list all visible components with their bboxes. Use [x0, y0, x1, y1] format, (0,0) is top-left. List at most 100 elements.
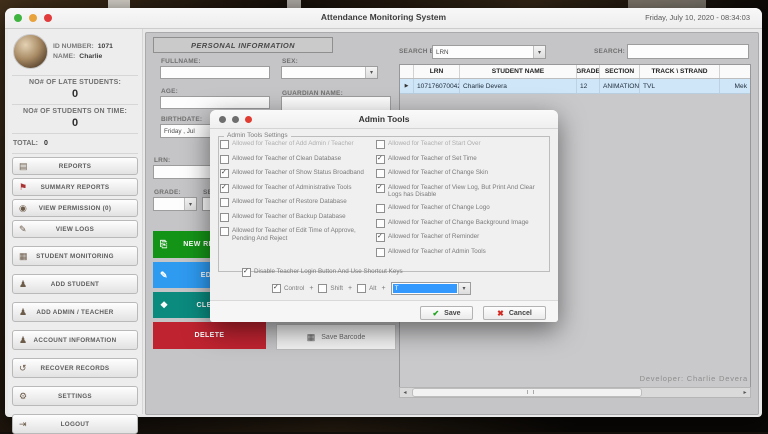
checkbox-icon	[242, 268, 251, 277]
total-stat: TOTAL: 0	[11, 136, 139, 151]
checkbox-show-status-broadband[interactable]: Allowed for Teacher of Show Status Broad…	[220, 169, 368, 178]
save-barcode-button[interactable]: ▦Save Barcode	[276, 324, 396, 350]
checkbox-change-logo[interactable]: Allowed for Teacher of Change Logo	[376, 204, 546, 213]
sidebar-item-add-admin-teacher[interactable]: ADD ADMIN / TEACHER	[12, 302, 138, 322]
logout-icon	[19, 420, 27, 429]
sidebar-item-label: ADD ADMIN / TEACHER	[13, 309, 137, 316]
checkbox-edit-time[interactable]: Allowed for Teacher of Edit Time of Appr…	[220, 227, 368, 242]
right-checkbox-column: Allowed for Teacher of Start Over Allowe…	[376, 140, 546, 257]
late-students-label: NO# OF LATE STUDENTS:	[11, 79, 139, 86]
age-label: AGE:	[161, 88, 178, 95]
monitoring-icon	[19, 252, 28, 261]
late-students-stat: NO# OF LATE STUDENTS: 0	[11, 78, 139, 102]
checkbox-label: Control	[284, 285, 304, 293]
checkbox-view-log[interactable]: Allowed for Teacher of View Log, But Pri…	[376, 184, 546, 199]
checkbox-restore-database[interactable]: Allowed for Teacher of Restore Database	[220, 198, 368, 207]
checkbox-shift-key[interactable]: Shift	[318, 284, 343, 293]
sidebar-item-settings[interactable]: SETTINGS	[12, 386, 138, 406]
add-admin-icon	[19, 308, 27, 317]
sidebar-item-label: REPORTS	[13, 163, 137, 170]
sex-select[interactable]	[281, 66, 378, 79]
desktop: Attendance Monitoring System Friday, Jul…	[0, 0, 768, 432]
scrollbar-thumb[interactable]	[412, 388, 642, 397]
column-header-student-name[interactable]: STUDENT NAME	[460, 65, 577, 78]
sidebar-item-view-logs[interactable]: VIEW LOGS	[12, 220, 138, 238]
checkbox-icon	[376, 233, 385, 242]
sidebar-item-label: ADD STUDENT	[13, 281, 137, 288]
checkbox-label: Allowed for Teacher of Reminder	[388, 233, 479, 241]
total-value: 0	[44, 140, 48, 147]
checkbox-control-key[interactable]: Control	[272, 284, 304, 293]
guardian-name-field[interactable]	[281, 96, 391, 111]
column-header-grade[interactable]: GRADE	[577, 65, 600, 78]
checkbox-backup-database[interactable]: Allowed for Teacher of Backup Database	[220, 213, 368, 222]
shortcut-key-value: T	[393, 284, 457, 293]
grade-select[interactable]	[153, 197, 197, 211]
scroll-left-icon[interactable]: ◂	[400, 389, 410, 396]
table-horizontal-scrollbar[interactable]: ◂ ▸	[399, 387, 751, 398]
cell-extra: Mek	[720, 79, 750, 93]
checkbox-label: Allowed for Teacher of Change Skin	[388, 169, 488, 177]
divider	[12, 75, 138, 76]
checkbox-change-background[interactable]: Allowed for Teacher of Change Background…	[376, 219, 546, 228]
chevron-down-icon	[458, 283, 470, 294]
checkbox-alt-key[interactable]: Alt	[357, 284, 376, 293]
sidebar-item-account-information[interactable]: ACCOUNT INFORMATION	[12, 330, 138, 350]
search-input[interactable]	[627, 44, 749, 59]
lrn-field[interactable]	[153, 165, 215, 179]
cell-student-name: Charlie Devera	[460, 79, 577, 93]
sidebar-item-add-student[interactable]: ADD STUDENT	[12, 274, 138, 294]
fullname-field[interactable]	[160, 66, 270, 79]
checkbox-label: Allowed for Teacher of Add Admin / Teach…	[232, 140, 354, 148]
checkbox-icon	[376, 248, 385, 257]
sidebar-item-recover-records[interactable]: RECOVER RECORDS	[12, 358, 138, 378]
chevron-down-icon	[184, 198, 196, 210]
chevron-down-icon	[365, 67, 377, 78]
checkbox-add-admin-teacher[interactable]: Allowed for Teacher of Add Admin / Teach…	[220, 140, 368, 149]
checkbox-set-time[interactable]: Allowed for Teacher of Set Time	[376, 155, 546, 164]
checkbox-admin-tools[interactable]: Allowed for Teacher of Admin Tools	[376, 248, 546, 257]
logs-icon	[19, 225, 27, 234]
cell-lrn: 107176070042	[414, 79, 460, 93]
column-header-lrn[interactable]: LRN	[414, 65, 460, 78]
delete-label: DELETE	[194, 332, 224, 339]
x-icon: ✖	[497, 309, 504, 318]
checkbox-clean-database[interactable]: Allowed for Teacher of Clean Database	[220, 155, 368, 164]
checkbox-start-over[interactable]: Allowed for Teacher of Start Over	[376, 140, 546, 149]
save-button[interactable]: ✔Save	[420, 306, 473, 320]
checkbox-label: Allowed for Teacher of Edit Time of Appr…	[232, 227, 368, 242]
save-label: Save	[444, 310, 460, 317]
column-header-track-strand[interactable]: TRACK \ STRAND	[640, 65, 720, 78]
delete-button[interactable]: DELETE	[153, 322, 266, 349]
sex-label: SEX:	[282, 58, 298, 65]
column-header-section[interactable]: SECTION	[600, 65, 640, 78]
age-field[interactable]	[160, 96, 270, 109]
sidebar-item-logout[interactable]: LOGOUT	[12, 414, 138, 434]
sidebar-item-reports[interactable]: REPORTS	[12, 157, 138, 175]
table-header-row: LRN STUDENT NAME GRADE SECTION TRACK \ S…	[400, 65, 750, 79]
id-number-label: ID NUMBER:	[53, 43, 94, 50]
sidebar-item-summary-reports[interactable]: SUMMARY REPORTS	[12, 178, 138, 196]
scroll-right-icon[interactable]: ▸	[740, 389, 750, 396]
table-row[interactable]: ▶ 107176070042 Charlie Devera 12 ANIMATI…	[400, 79, 750, 94]
checkbox-disable-teacher-login[interactable]: Disable Teacher Login Button And Use Sho…	[242, 268, 403, 277]
sidebar-item-label: SUMMARY REPORTS	[13, 184, 137, 191]
search-label: SEARCH:	[594, 48, 625, 55]
sidebar-item-student-monitoring[interactable]: STUDENT MONITORING	[12, 246, 138, 266]
group-title: Admin Tools Settings	[224, 132, 291, 139]
sidebar-item-label: VIEW PERMISSION (0)	[13, 205, 137, 212]
checkbox-change-skin[interactable]: Allowed for Teacher of Change Skin	[376, 169, 546, 178]
summary-reports-icon	[19, 183, 27, 192]
checkbox-label: Allowed for Teacher of Backup Database	[232, 213, 346, 221]
plus-separator: +	[381, 285, 385, 292]
checkbox-administrative-tools[interactable]: Allowed for Teacher of Administrative To…	[220, 184, 368, 193]
late-students-value: 0	[11, 88, 139, 100]
sidebar-item-view-permission[interactable]: VIEW PERMISSION (0)	[12, 199, 138, 217]
checkbox-icon	[220, 155, 229, 164]
shortcut-key-select[interactable]: T	[391, 282, 471, 295]
checkbox-reminder[interactable]: Allowed for Teacher of Reminder	[376, 233, 546, 242]
cancel-button[interactable]: ✖Cancel	[483, 306, 546, 320]
sidebar-item-label: VIEW LOGS	[13, 226, 137, 233]
search-by-select[interactable]: LRN	[432, 45, 546, 59]
birthdate-value: Friday , Jul	[164, 128, 195, 135]
